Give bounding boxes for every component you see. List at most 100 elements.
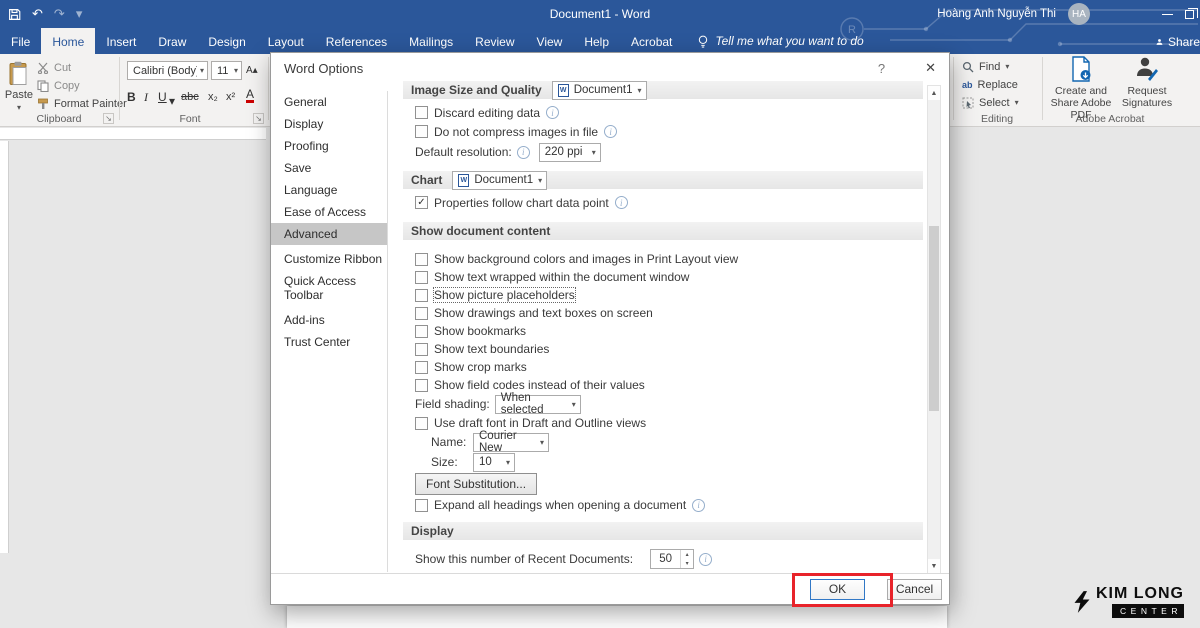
info-icon[interactable]: i bbox=[615, 196, 628, 209]
show-drawings-checkbox[interactable] bbox=[415, 307, 428, 320]
grow-font-button[interactable]: A▴ bbox=[246, 61, 258, 80]
no-compress-images-row: Do not compress images in file i bbox=[403, 122, 923, 141]
bold-button[interactable]: B bbox=[127, 88, 136, 106]
font-dialog-launcher-icon[interactable]: ↘ bbox=[253, 113, 264, 124]
replace-button[interactable]: ab Replace bbox=[962, 76, 1018, 93]
field-shading-select[interactable]: When selected ▾ bbox=[495, 395, 581, 414]
tab-mailings[interactable]: Mailings bbox=[398, 28, 464, 54]
info-icon[interactable]: i bbox=[604, 125, 617, 138]
cut-button[interactable]: Cut bbox=[37, 59, 71, 76]
nav-item-save[interactable]: Save bbox=[271, 157, 387, 179]
close-icon[interactable]: ✕ bbox=[925, 60, 936, 76]
dialog-title: Word Options bbox=[284, 61, 878, 76]
show-crop-marks-checkbox[interactable] bbox=[415, 361, 428, 374]
discard-editing-data-checkbox[interactable] bbox=[415, 106, 428, 119]
restore-icon[interactable] bbox=[1185, 10, 1194, 19]
info-icon[interactable]: i bbox=[546, 106, 559, 119]
subscript-button[interactable]: x₂ bbox=[208, 88, 218, 106]
horizontal-ruler[interactable] bbox=[0, 128, 266, 140]
copy-button[interactable]: Copy bbox=[37, 77, 80, 94]
nav-item-quick-access-toolbar[interactable]: Quick Access Toolbar bbox=[271, 270, 387, 306]
dialog-scrollbar[interactable]: ▲ ▼ bbox=[927, 85, 941, 574]
vertical-ruler[interactable] bbox=[0, 141, 9, 553]
no-compress-images-checkbox[interactable] bbox=[415, 125, 428, 138]
italic-button[interactable]: I bbox=[144, 88, 148, 106]
select-button[interactable]: Select ▾ bbox=[962, 94, 1019, 111]
tab-insert[interactable]: Insert bbox=[95, 28, 147, 54]
scroll-up-icon[interactable]: ▲ bbox=[928, 86, 940, 100]
word-application-window: ↶ ↷ ▾ Document1 - Word Hoàng Anh Nguyễn … bbox=[0, 0, 1200, 628]
show-text-wrapped-checkbox[interactable] bbox=[415, 271, 428, 284]
nav-item-customize-ribbon[interactable]: Customize Ribbon bbox=[271, 248, 387, 270]
tab-design[interactable]: Design bbox=[197, 28, 256, 54]
section-show-document-content: Show document content bbox=[403, 222, 923, 240]
superscript-button[interactable]: x² bbox=[226, 88, 235, 106]
nav-item-general[interactable]: General bbox=[271, 91, 387, 113]
scrollbar-thumb[interactable] bbox=[929, 226, 939, 411]
tab-acrobat[interactable]: Acrobat bbox=[620, 28, 683, 54]
default-resolution-select[interactable]: 220 ppi ▾ bbox=[539, 143, 601, 162]
underline-dropdown-icon[interactable]: ▾ bbox=[169, 92, 175, 110]
strikethrough-button[interactable]: abc bbox=[181, 88, 199, 106]
tab-file[interactable]: File bbox=[0, 28, 41, 54]
document-page[interactable] bbox=[287, 606, 947, 628]
paste-clipboard-icon bbox=[8, 61, 30, 87]
font-color-button[interactable]: A bbox=[246, 88, 254, 103]
show-text-boundaries-checkbox[interactable] bbox=[415, 343, 428, 356]
cancel-button[interactable]: Cancel bbox=[887, 579, 942, 600]
nav-item-ease-of-access[interactable]: Ease of Access bbox=[271, 201, 387, 223]
tab-layout[interactable]: Layout bbox=[257, 28, 315, 54]
nav-item-proofing[interactable]: Proofing bbox=[271, 135, 387, 157]
create-share-pdf-button[interactable]: Create and Share Adobe PDF bbox=[1048, 56, 1114, 121]
image-target-document-select[interactable]: W Document1 ▾ bbox=[552, 81, 647, 100]
draft-font-size-select[interactable]: 10 ▾ bbox=[473, 453, 515, 472]
font-size-select[interactable]: 11 ▾ bbox=[211, 61, 242, 80]
tab-view[interactable]: View bbox=[526, 28, 574, 54]
show-bookmarks-checkbox[interactable] bbox=[415, 325, 428, 338]
section-image-size-and-quality: Image Size and Quality W Document1 ▾ bbox=[403, 81, 923, 99]
chart-target-document-select[interactable]: W Document1 ▾ bbox=[452, 171, 547, 190]
info-icon[interactable]: i bbox=[517, 146, 530, 159]
paste-dropdown-icon[interactable]: ▾ bbox=[17, 103, 21, 112]
spinner-down-icon[interactable]: ▾ bbox=[681, 559, 693, 568]
draft-font-name-select[interactable]: Courier New ▾ bbox=[473, 433, 549, 452]
font-family-select[interactable]: Calibri (Body) ▾ bbox=[127, 61, 208, 80]
nav-item-advanced[interactable]: Advanced bbox=[271, 223, 387, 245]
nav-item-display[interactable]: Display bbox=[271, 113, 387, 135]
request-signatures-button[interactable]: Request Signatures bbox=[1118, 56, 1176, 109]
nav-item-trust-center[interactable]: Trust Center bbox=[271, 331, 387, 353]
recent-documents-spinner[interactable]: 50 ▴ ▾ bbox=[650, 549, 694, 569]
font-substitution-button[interactable]: Font Substitution... bbox=[415, 473, 537, 495]
help-icon[interactable]: ? bbox=[878, 61, 885, 76]
info-icon[interactable]: i bbox=[692, 499, 705, 512]
expand-headings-checkbox[interactable] bbox=[415, 499, 428, 512]
scroll-down-icon[interactable]: ▼ bbox=[928, 559, 940, 573]
account-name[interactable]: Hoàng Anh Nguyễn Thi bbox=[937, 8, 1056, 20]
show-field-codes-checkbox[interactable] bbox=[415, 379, 428, 392]
chart-properties-checkbox[interactable]: ✓ bbox=[415, 196, 428, 209]
info-icon[interactable]: i bbox=[699, 553, 712, 566]
tab-home[interactable]: Home bbox=[41, 28, 95, 54]
paste-button[interactable]: Paste ▾ bbox=[3, 57, 35, 119]
nav-item-add-ins[interactable]: Add-ins bbox=[271, 309, 387, 331]
format-painter-button[interactable]: Format Painter bbox=[37, 95, 127, 112]
draft-font-checkbox[interactable] bbox=[415, 417, 428, 430]
tab-references[interactable]: References bbox=[315, 28, 398, 54]
adobe-pdf-icon bbox=[1070, 56, 1092, 82]
minimize-icon[interactable] bbox=[1162, 14, 1173, 15]
nav-item-language[interactable]: Language bbox=[271, 179, 387, 201]
show-background-colors-checkbox[interactable] bbox=[415, 253, 428, 266]
underline-button[interactable]: U bbox=[158, 88, 167, 106]
lightbulb-icon bbox=[697, 34, 709, 49]
tell-me-box[interactable]: Tell me what you want to do bbox=[697, 28, 863, 54]
find-button[interactable]: Find ▾ bbox=[962, 58, 1009, 75]
clipboard-dialog-launcher-icon[interactable]: ↘ bbox=[103, 113, 114, 124]
share-button[interactable]: Share bbox=[1156, 28, 1200, 54]
show-picture-placeholders-checkbox[interactable] bbox=[415, 289, 428, 302]
tab-draw[interactable]: Draw bbox=[147, 28, 197, 54]
tab-help[interactable]: Help bbox=[573, 28, 620, 54]
spinner-up-icon[interactable]: ▴ bbox=[681, 550, 693, 559]
tab-review[interactable]: Review bbox=[464, 28, 525, 54]
avatar[interactable]: HA bbox=[1068, 3, 1090, 25]
signature-person-icon bbox=[1135, 56, 1159, 82]
